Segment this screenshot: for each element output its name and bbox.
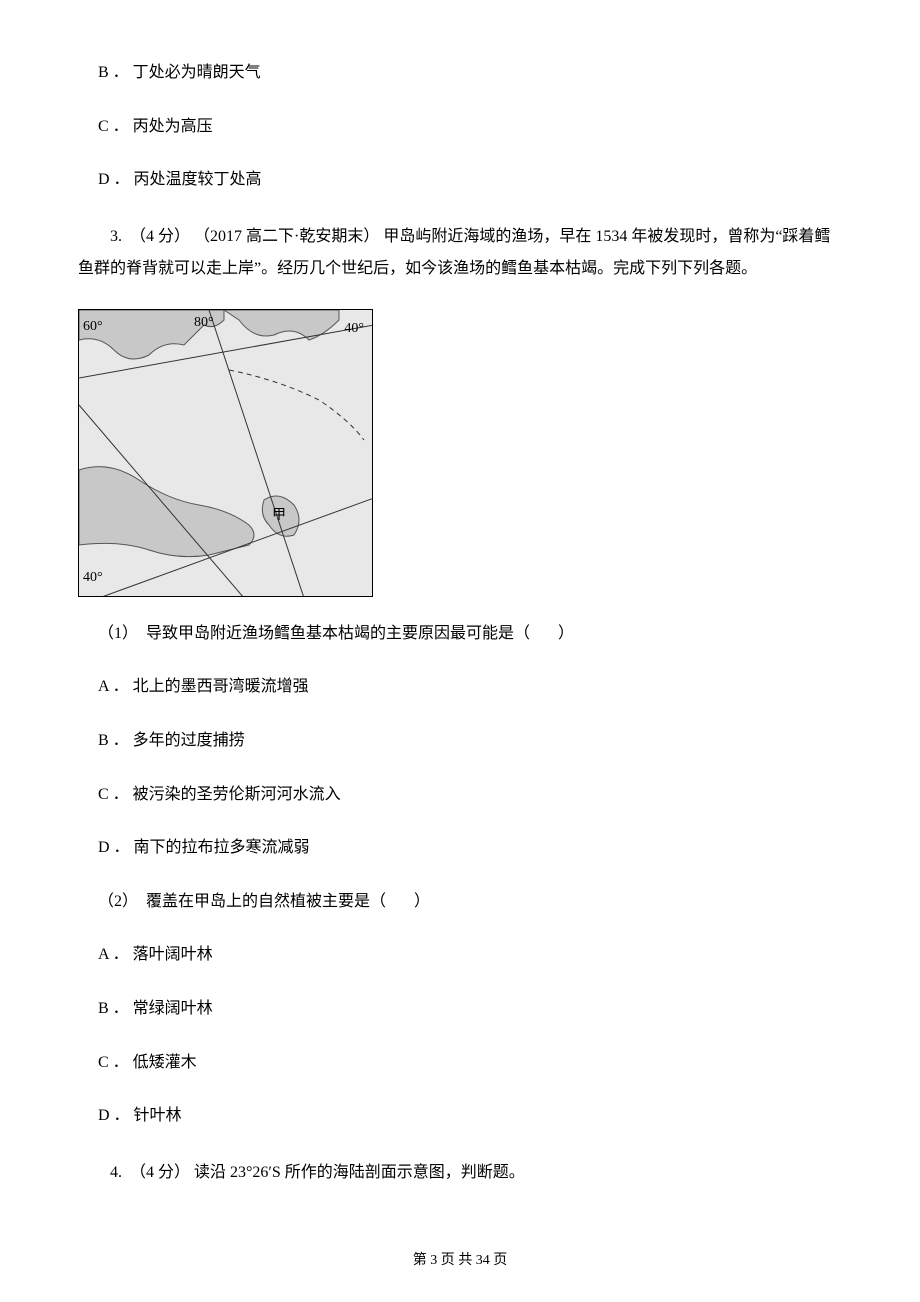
q3-sub2-stem: （2） 覆盖在甲岛上的自然植被主要是（ ） (78, 889, 842, 915)
q3-sub2-option-c: C ． 低矮灌木 (78, 1050, 842, 1076)
q3-map-figure: 60° 80° 40° 甲 40° (78, 309, 373, 597)
question-3: 3. （4 分） （2017 高二下·乾安期末） 甲岛屿附近海域的渔场，早在 1… (78, 221, 842, 1129)
map-label-80: 80° (194, 312, 214, 334)
q3-sub1-option-c: C ． 被污染的圣劳伦斯河河水流入 (78, 782, 842, 808)
map-label-40t: 40° (344, 318, 364, 340)
prev-option-c: C ． 丙处为高压 (78, 114, 842, 140)
q4-intro: 4. （4 分） 读沿 23°26′S 所作的海陆剖面示意图，判断题。 (78, 1157, 842, 1189)
q3-sub1-stem: （1） 导致甲岛附近渔场鳕鱼基本枯竭的主要原因最可能是（ ） (78, 621, 842, 647)
page-footer: 第 3 页 共 34 页 (0, 1250, 920, 1272)
q3-sub1-option-a: A ． 北上的墨西哥湾暖流增强 (78, 674, 842, 700)
q3-sub2-option-a: A ． 落叶阔叶林 (78, 942, 842, 968)
q3-sub2-option-d: D ． 针叶林 (78, 1103, 842, 1129)
question-4: 4. （4 分） 读沿 23°26′S 所作的海陆剖面示意图，判断题。 (78, 1157, 842, 1189)
q3-intro: 3. （4 分） （2017 高二下·乾安期末） 甲岛屿附近海域的渔场，早在 1… (78, 221, 842, 285)
q3-sub1-option-d: D ． 南下的拉布拉多寒流减弱 (78, 835, 842, 861)
map-label-60: 60° (83, 316, 103, 338)
q3-sub1-option-b: B ． 多年的过度捕捞 (78, 728, 842, 754)
map-svg (79, 310, 373, 597)
prev-option-b: B ． 丁处必为晴朗天气 (78, 60, 842, 86)
q3-sub2-option-b: B ． 常绿阔叶林 (78, 996, 842, 1022)
map-label-40b: 40° (83, 567, 103, 589)
prev-option-d: D ． 丙处温度较丁处高 (78, 167, 842, 193)
map-label-jia: 甲 (272, 505, 286, 527)
